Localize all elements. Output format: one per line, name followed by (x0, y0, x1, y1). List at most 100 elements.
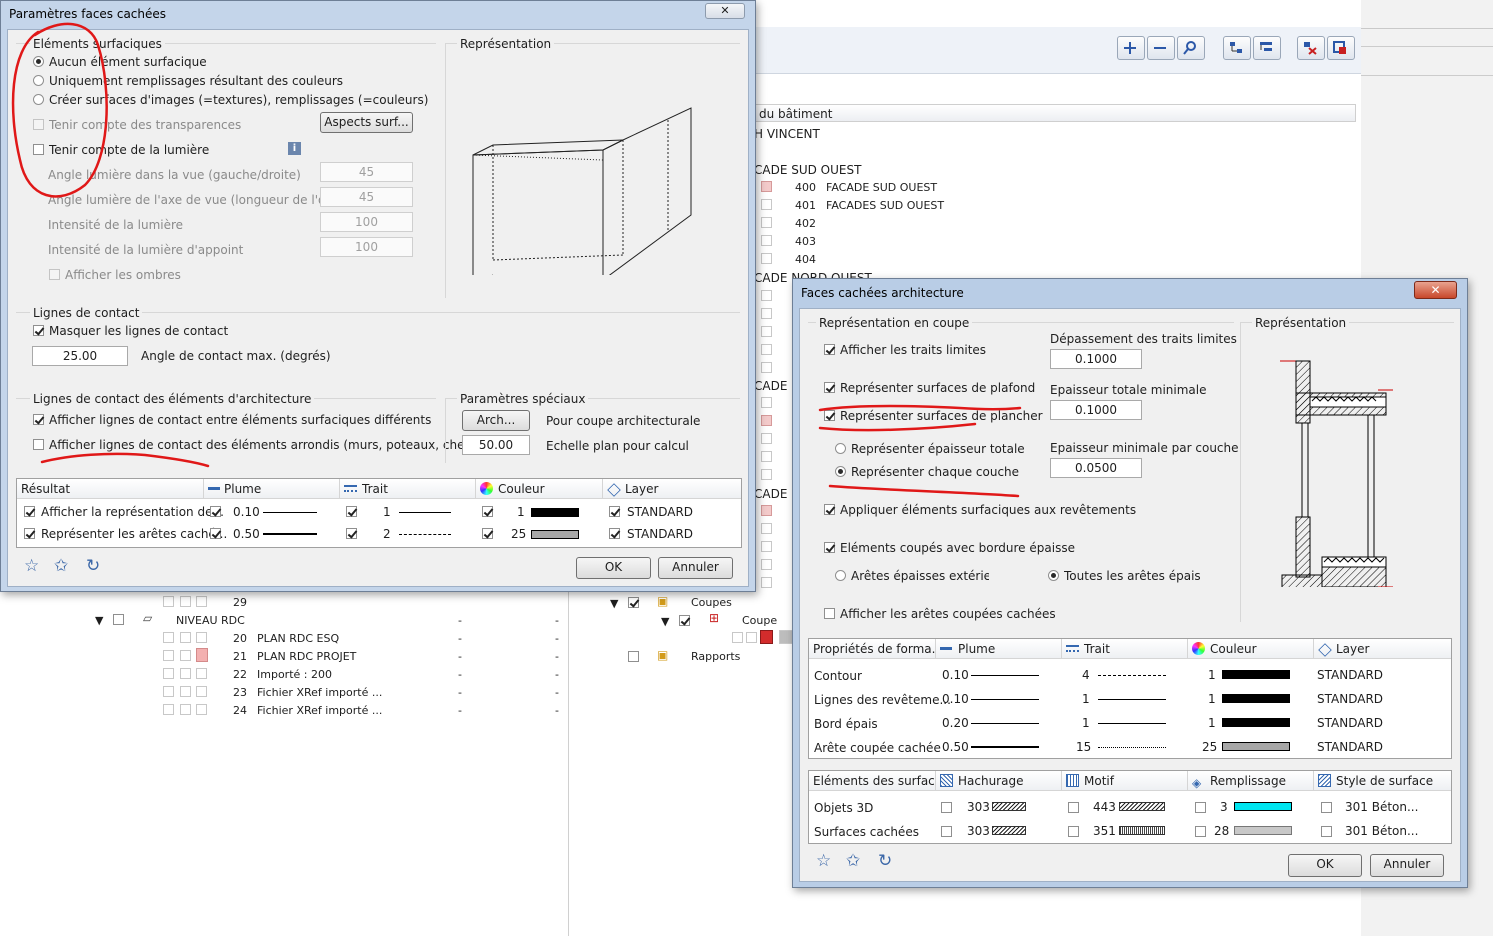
min-layer-thickness-field[interactable]: 0.0500 (1050, 458, 1142, 478)
col-pattern[interactable]: Motif (1062, 771, 1188, 791)
pen-checkbox[interactable] (210, 506, 221, 517)
layer-value[interactable]: STANDARD (1317, 740, 1383, 754)
row-name[interactable]: PLAN RDC PROJET (257, 650, 356, 664)
layer-value[interactable]: STANDARD (1317, 692, 1383, 706)
favorites-save-icon[interactable]: ✩ (54, 558, 68, 575)
tree-rapports[interactable]: Rapports (691, 650, 740, 664)
radio-total-thickness[interactable] (835, 443, 846, 454)
row-name[interactable]: PLAN RDC ESQ (257, 632, 339, 646)
col-layer[interactable]: Layer (1314, 639, 1451, 659)
row-status-icon[interactable] (761, 362, 772, 373)
row-name[interactable]: Fichier XRef importé ... (257, 704, 382, 718)
checkbox-limit-lines[interactable] (824, 344, 835, 355)
row-status-icon[interactable] (761, 433, 772, 444)
surface-style-checkbox[interactable] (1321, 826, 1332, 837)
row-status-icon[interactable] (761, 505, 772, 516)
checkbox-contact-rounded[interactable] (33, 439, 44, 450)
scale-field[interactable]: 50.00 (462, 435, 530, 455)
line-value[interactable]: 4 (1082, 668, 1090, 682)
surface-style-value[interactable]: 301 Béton... (1345, 824, 1418, 838)
light-angle-field[interactable]: 45 (320, 162, 413, 182)
checkbox-mask-contact[interactable] (33, 325, 44, 336)
layer-value[interactable]: STANDARD (1317, 716, 1383, 730)
fill-value[interactable]: 3 (1220, 800, 1228, 814)
arch-button[interactable]: Arch... (462, 410, 530, 431)
favorites-open-icon[interactable]: ☆ (816, 853, 831, 870)
col-properties[interactable]: Propriétés de forma... (809, 639, 936, 659)
row-status-icon[interactable] (761, 415, 772, 426)
layer-checkbox[interactable] (609, 528, 620, 539)
row-name[interactable]: Fichier XRef importé ... (257, 686, 382, 700)
hatching-value[interactable]: 303 (967, 824, 990, 838)
checkbox-contact-different[interactable] (33, 414, 44, 425)
fill-value[interactable]: 28 (1214, 824, 1229, 838)
line-checkbox[interactable] (346, 528, 357, 539)
pattern-checkbox[interactable] (1068, 802, 1079, 813)
close-button[interactable]: ✕ (705, 3, 745, 19)
color-checkbox[interactable] (482, 528, 493, 539)
color-value[interactable]: 25 (511, 527, 526, 541)
ok-button[interactable]: OK (1288, 854, 1362, 877)
row-status-icon[interactable] (761, 469, 772, 480)
color-value[interactable]: 1 (1208, 692, 1216, 706)
row-status-icon[interactable] (761, 290, 772, 301)
row-name[interactable]: Importé : 200 (257, 668, 332, 682)
checkbox-thick-border[interactable] (824, 542, 835, 553)
checkbox-hidden-cut-edges[interactable] (824, 608, 835, 619)
checkbox-floor[interactable] (824, 410, 835, 421)
row-name[interactable]: FACADES SUD OUEST (826, 199, 944, 213)
line-value[interactable]: 1 (1082, 692, 1090, 706)
row-checkbox[interactable] (24, 506, 35, 517)
col-fill[interactable]: ◈ Remplissage (1188, 771, 1314, 791)
row-status-icon[interactable] (761, 451, 772, 462)
zoom-in-button[interactable] (1117, 36, 1145, 60)
expand-arrow-icon[interactable]: ▼ (95, 614, 103, 628)
color-value[interactable]: 1 (1208, 716, 1216, 730)
pattern-value[interactable]: 443 (1093, 800, 1116, 814)
coupes-checkbox[interactable] (628, 597, 639, 608)
cancel-button[interactable]: Annuler (1370, 854, 1444, 877)
row-status-icon[interactable] (761, 217, 772, 228)
favorites-open-icon[interactable]: ☆ (24, 558, 39, 575)
light-axis-angle-field[interactable]: 45 (320, 187, 413, 207)
row-status-icon[interactable] (761, 326, 772, 337)
pen-value[interactable]: 0.10 (942, 692, 969, 706)
hatching-checkbox[interactable] (941, 802, 952, 813)
search-button[interactable] (1177, 36, 1205, 60)
pen-value[interactable]: 0.10 (942, 668, 969, 682)
checkbox-ceiling[interactable] (824, 382, 835, 393)
color-checkbox[interactable] (482, 506, 493, 517)
surface-style-checkbox[interactable] (1321, 802, 1332, 813)
row-status-icon[interactable] (761, 397, 772, 408)
col-line[interactable]: Trait (1062, 639, 1188, 659)
line-value[interactable]: 1 (383, 505, 391, 519)
line-value[interactable]: 1 (1082, 716, 1090, 730)
color-value[interactable]: 1 (1208, 668, 1216, 682)
row-status-icon[interactable] (761, 559, 772, 570)
row-status-icon[interactable] (761, 344, 772, 355)
line-value[interactable]: 15 (1076, 740, 1091, 754)
layer-value[interactable]: STANDARD (1317, 668, 1383, 682)
radio-exterior-edges[interactable] (835, 570, 846, 581)
pattern-value[interactable]: 351 (1093, 824, 1116, 838)
radio-textures[interactable] (33, 94, 44, 105)
radio-no-surface[interactable] (33, 56, 44, 67)
col-line[interactable]: Trait (340, 479, 476, 499)
col-pen[interactable]: Plume (204, 479, 340, 499)
expand-arrow-icon[interactable]: ▼ (661, 615, 669, 629)
contact-angle-field[interactable]: 25.00 (32, 346, 128, 366)
ok-button[interactable]: OK (576, 557, 651, 579)
col-surface-style[interactable]: Style de surface (1314, 771, 1451, 791)
col-surface-elements[interactable]: Eléments des surfac... (809, 771, 936, 791)
row-status-icon[interactable] (761, 541, 772, 552)
line-checkbox[interactable] (346, 506, 357, 517)
row-checkbox[interactable] (24, 528, 35, 539)
tree-root[interactable]: H VINCENT (754, 127, 820, 141)
pen-value[interactable]: 0.50 (942, 740, 969, 754)
coupe-checkbox[interactable] (679, 615, 690, 626)
delete-structure-button[interactable] (1297, 36, 1325, 60)
row-name[interactable]: FACADE SUD OUEST (826, 181, 937, 195)
row-status-icon[interactable] (761, 308, 772, 319)
col-layer[interactable]: Layer (603, 479, 741, 499)
level-checkbox[interactable] (113, 614, 124, 625)
